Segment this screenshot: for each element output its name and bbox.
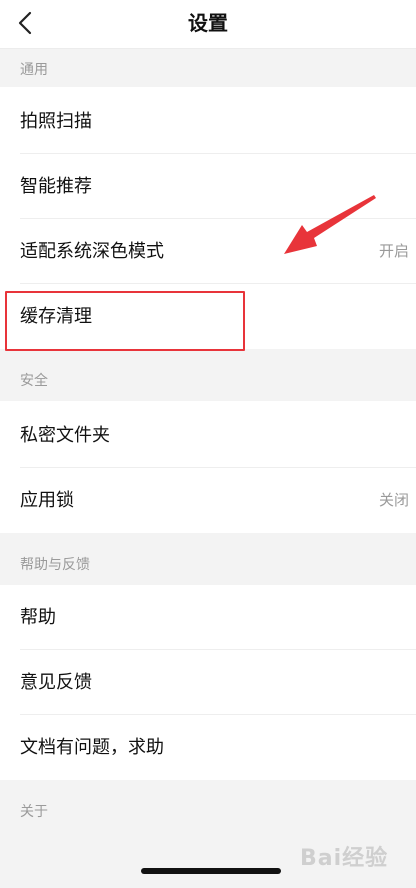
page-title: 设置 xyxy=(188,11,228,35)
section-header-general: 通用 xyxy=(0,49,416,87)
settings-item-feedback[interactable]: 意见反馈 xyxy=(0,650,416,715)
nav-bar: 设置 xyxy=(0,0,416,49)
section-header-security: 安全 xyxy=(0,349,416,401)
settings-item-label: 拍照扫描 xyxy=(20,111,92,132)
dark-mode-status: 开启 xyxy=(378,242,409,260)
settings-item-doc-help[interactable]: 文档有问题，求助 xyxy=(0,715,416,780)
settings-item-photo-scan[interactable]: 拍照扫描 xyxy=(0,89,416,154)
settings-item-label: 应用锁 xyxy=(20,490,74,511)
settings-item-dark-mode[interactable]: 适配系统深色模式 开启 xyxy=(0,219,416,284)
settings-item-label: 意见反馈 xyxy=(20,672,92,693)
settings-item-label: 缓存清理 xyxy=(20,306,92,327)
home-indicator[interactable] xyxy=(141,868,281,874)
settings-item-label: 智能推荐 xyxy=(20,176,92,197)
settings-item-app-lock[interactable]: 应用锁 关闭 xyxy=(0,468,416,533)
settings-item-label: 帮助 xyxy=(20,607,56,628)
settings-item-help[interactable]: 帮助 xyxy=(0,585,416,650)
app-lock-status: 关闭 xyxy=(378,491,409,509)
section-header-help-feedback: 帮助与反馈 xyxy=(0,533,416,585)
settings-item-private-folder[interactable]: 私密文件夹 xyxy=(0,403,416,468)
settings-item-label: 文档有问题，求助 xyxy=(20,737,164,758)
settings-item-cache-clear[interactable]: 缓存清理 xyxy=(0,284,416,349)
settings-item-label: 适配系统深色模式 xyxy=(20,241,164,262)
settings-item-label: 私密文件夹 xyxy=(20,425,110,446)
settings-item-smart-recommend[interactable]: 智能推荐 xyxy=(0,154,416,219)
